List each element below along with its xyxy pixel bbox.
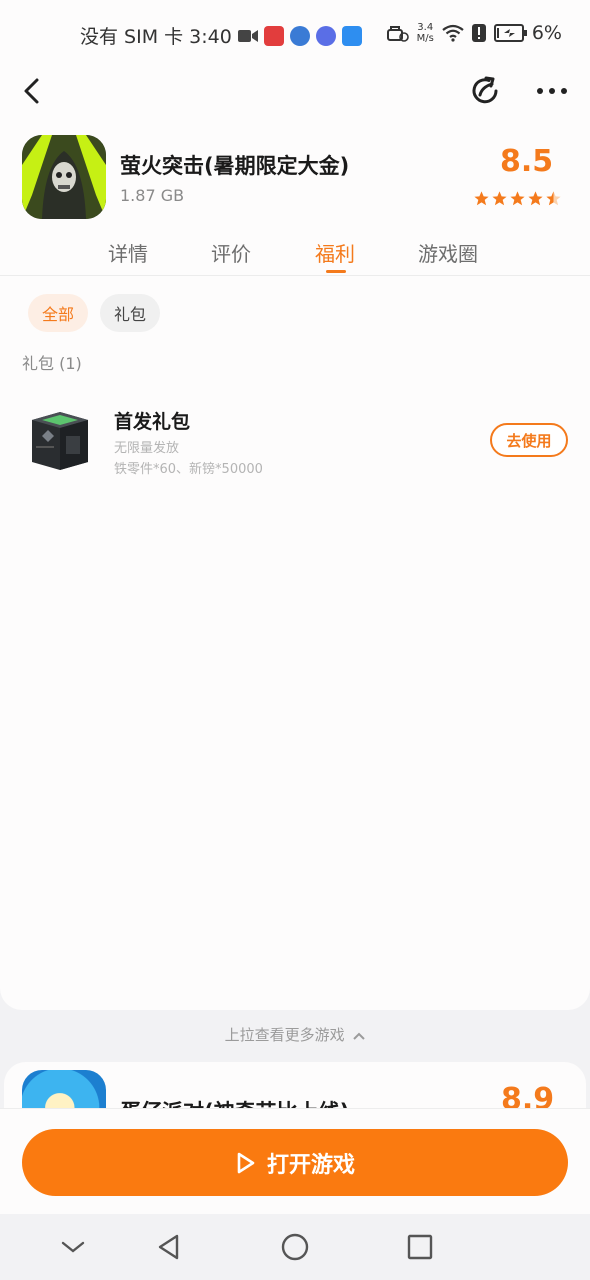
nav-home-icon[interactable] [280, 1232, 310, 1262]
bottom-action-bar: 打开游戏 [0, 1108, 590, 1214]
status-right: 3.4 M/s 6% [386, 22, 562, 44]
game-score: 8.5 [500, 144, 554, 179]
tab-game-circle[interactable]: 游戏圈 [418, 238, 478, 267]
open-game-button[interactable]: 打开游戏 [22, 1129, 568, 1196]
open-game-label: 打开游戏 [266, 1152, 355, 1178]
battery-level: 6% [531, 22, 562, 44]
wifi-icon [442, 24, 464, 42]
game-app-icon [22, 135, 106, 219]
network-speed-value: 3.4 [417, 22, 434, 33]
gift-box-icon [32, 412, 88, 470]
star-icon [492, 191, 507, 206]
tab-reviews[interactable]: 评价 [211, 238, 251, 267]
rating-stars [473, 190, 562, 207]
video-camera-icon [237, 29, 258, 42]
game-info-panel: 萤火突击(暑期限定大金) 1.87 GB 8.5 详情 评价 福利 游戏圈 [0, 118, 590, 276]
game-title: 萤火突击(暑期限定大金) [120, 154, 350, 178]
game-size: 1.87 GB [120, 186, 185, 205]
share-icon[interactable] [468, 74, 502, 108]
gift-quota: 无限量发放 [114, 441, 180, 456]
network-speed: 3.4 M/s [417, 22, 434, 44]
pull-up-hint[interactable]: 上拉查看更多游戏 [0, 1024, 590, 1045]
carrier-time: 没有 SIM 卡 3:40 [80, 26, 232, 48]
half-star-icon [546, 191, 561, 206]
music-notification-icon [315, 25, 336, 46]
star-icon [510, 191, 525, 206]
app-notification-icon [263, 25, 284, 46]
browser-notification-icon [289, 25, 310, 46]
gift-section-label: 礼包 (1) [22, 354, 82, 373]
active-tab-indicator [326, 270, 346, 273]
tab-bar: 详情 评价 福利 游戏圈 [0, 238, 590, 276]
star-icon [528, 191, 543, 206]
nav-back-icon[interactable] [154, 1232, 184, 1262]
system-nav-bar [0, 1214, 590, 1280]
filter-chip-all[interactable]: 全部 [28, 294, 88, 332]
nav-recents-icon[interactable] [405, 1232, 435, 1262]
play-icon [237, 1152, 255, 1173]
status-left: 没有 SIM 卡 3:40 [80, 22, 362, 49]
hide-keyboard-chevron-icon[interactable] [58, 1232, 88, 1262]
pull-up-hint-text: 上拉查看更多游戏 [224, 1026, 345, 1044]
more-icon[interactable] [532, 76, 572, 106]
gift-name: 首发礼包 [114, 411, 191, 433]
battery-icon [493, 24, 527, 42]
status-bar: 没有 SIM 卡 3:40 3.4 M/s 6% [0, 0, 590, 68]
gift-contents: 铁零件*60、新镑*50000 [114, 462, 263, 477]
gift-list-item: 首发礼包 无限量发放 铁零件*60、新镑*50000 去使用 [0, 396, 590, 486]
weather-notification-icon [341, 25, 362, 46]
alert-icon [471, 24, 486, 42]
star-icon [474, 191, 489, 206]
chevron-up-icon [353, 1032, 366, 1040]
filter-chip-gift[interactable]: 礼包 [100, 294, 160, 332]
benefits-content: 全部 礼包 礼包 (1) 首发礼包 无限量发放 铁零件*60、新镑*50000 … [0, 276, 590, 1010]
network-speed-unit: M/s [416, 33, 434, 44]
use-gift-button[interactable]: 去使用 [490, 423, 568, 457]
app-header [0, 68, 590, 118]
tab-details[interactable]: 详情 [108, 238, 148, 267]
tab-benefits[interactable]: 福利 [315, 238, 355, 267]
back-icon[interactable] [18, 76, 48, 106]
vpn-lock-icon [386, 26, 409, 42]
